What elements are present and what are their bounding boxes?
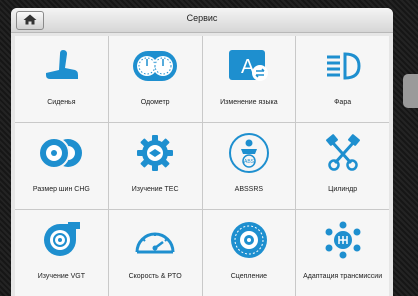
svg-text:ABS: ABS bbox=[244, 159, 255, 165]
seat-icon bbox=[38, 44, 84, 88]
transmission-icon bbox=[320, 218, 366, 262]
clutch-icon bbox=[226, 218, 272, 262]
tile-vgt[interactable]: Изучение VGT bbox=[15, 210, 108, 296]
title-bar: Сервис bbox=[11, 8, 393, 33]
tile-odometer[interactable]: Одометр bbox=[108, 36, 202, 122]
tile-abssrs[interactable]: ABS ABSSRS bbox=[202, 123, 296, 209]
tile-speed-pto[interactable]: Скорость & PTO bbox=[108, 210, 202, 296]
tile-label: Адаптация трансмиссии bbox=[303, 273, 383, 280]
tec-gear-icon bbox=[132, 131, 178, 175]
odometer-icon bbox=[132, 44, 178, 88]
tile-tec[interactable]: Изучение TEC bbox=[108, 123, 202, 209]
language-icon: A bbox=[226, 44, 272, 88]
headlight-icon bbox=[320, 44, 366, 88]
tile-label: Фара bbox=[334, 99, 352, 106]
service-panel: Сервис Сиденья Одометр A Изменение языка… bbox=[11, 8, 393, 296]
tile-tire-size[interactable]: Размер шин CHG bbox=[15, 123, 108, 209]
tile-label: Размер шин CHG bbox=[32, 186, 90, 193]
tile-label: Изучение TEC bbox=[131, 186, 179, 193]
tile-label: Одометр bbox=[140, 99, 170, 106]
tile-label: Изучение VGT bbox=[37, 273, 85, 280]
page-title: Сервис bbox=[186, 13, 218, 23]
function-grid: Сиденья Одометр A Изменение языка Фара Р… bbox=[15, 36, 389, 296]
abs-srs-icon: ABS bbox=[226, 131, 272, 175]
tile-language[interactable]: A Изменение языка bbox=[202, 36, 296, 122]
tile-label: Скорость & PTO bbox=[128, 273, 182, 280]
tile-label: Сцепление bbox=[230, 273, 268, 280]
tile-label: Изменение языка bbox=[220, 99, 278, 106]
turbo-icon bbox=[38, 218, 84, 262]
side-drawer-handle[interactable] bbox=[403, 74, 418, 108]
tile-headlight[interactable]: Фара bbox=[296, 36, 389, 122]
tile-clutch[interactable]: Сцепление bbox=[202, 210, 296, 296]
tile-transmission[interactable]: Адаптация трансмиссии bbox=[296, 210, 389, 296]
tile-label: ABSSRS bbox=[234, 186, 264, 193]
tire-size-icon bbox=[38, 131, 84, 175]
speedometer-icon bbox=[132, 218, 178, 262]
tile-label: Сиденья bbox=[47, 99, 76, 106]
tile-seats[interactable]: Сиденья bbox=[15, 36, 108, 122]
tile-cylinder[interactable]: Цилиндр bbox=[296, 123, 389, 209]
tile-label: Цилиндр bbox=[328, 186, 358, 193]
cylinder-icon bbox=[320, 131, 366, 175]
